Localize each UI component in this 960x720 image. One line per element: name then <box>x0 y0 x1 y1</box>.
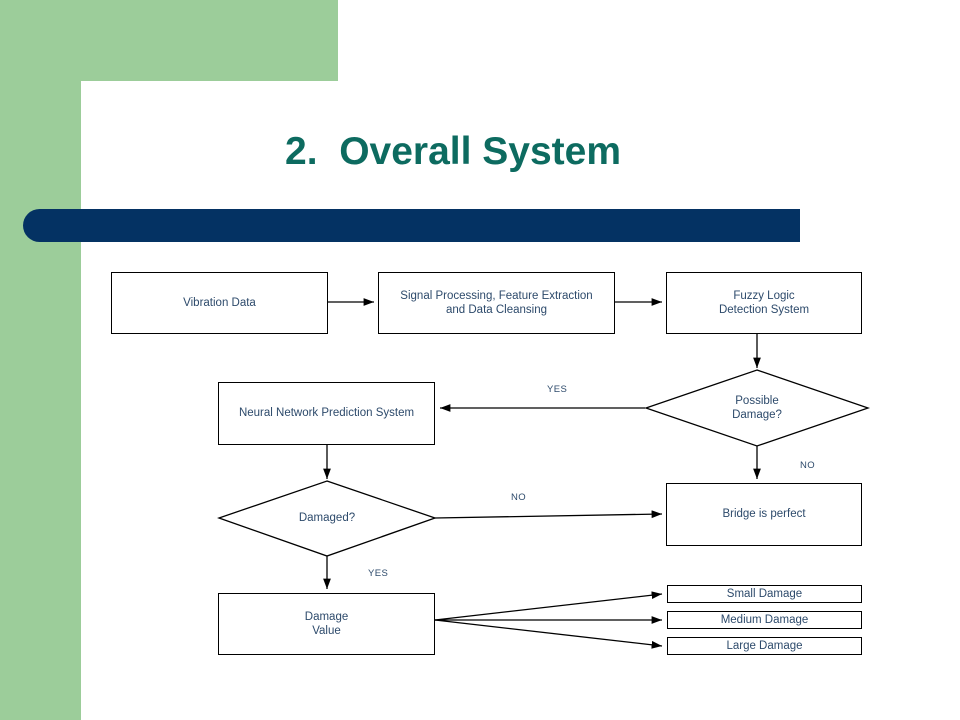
node-neural-network-prediction-system[interactable]: Neural Network Prediction System <box>218 382 435 445</box>
node-medium-damage-label: Medium Damage <box>720 613 809 626</box>
slide-canvas: 2. Overall System Vibration Data Signal … <box>0 0 960 720</box>
green-left-strip-decoration <box>0 0 81 720</box>
node-bridge-is-perfect-label: Bridge is perfect <box>722 508 806 521</box>
page-title: 2. Overall System <box>285 130 622 173</box>
node-damaged-decision[interactable]: Damaged? <box>219 481 435 556</box>
node-large-damage[interactable]: Large Damage <box>667 637 862 655</box>
node-damage-value-label: Damage Value <box>304 610 349 637</box>
node-fuzzy-logic-label: Fuzzy Logic Detection System <box>718 289 810 316</box>
node-large-damage-label: Large Damage <box>726 639 803 652</box>
node-medium-damage[interactable]: Medium Damage <box>667 611 862 629</box>
edge-label-possible-damage-no: NO <box>800 460 816 471</box>
node-bridge-is-perfect[interactable]: Bridge is perfect <box>666 483 862 546</box>
node-signal-processing-label: Signal Processing, Feature Extraction an… <box>400 289 593 316</box>
node-vibration-data-label: Vibration Data <box>183 296 256 309</box>
node-signal-processing[interactable]: Signal Processing, Feature Extraction an… <box>378 272 615 334</box>
blue-title-underline-bar <box>23 209 800 242</box>
node-neural-network-label: Neural Network Prediction System <box>238 407 415 420</box>
node-fuzzy-logic-detection-system[interactable]: Fuzzy Logic Detection System <box>666 272 862 334</box>
node-small-damage-label: Small Damage <box>726 587 803 600</box>
edge-label-damaged-no: NO <box>511 492 527 503</box>
edge-label-damaged-yes: YES <box>368 568 389 579</box>
node-damage-value[interactable]: Damage Value <box>218 593 435 655</box>
node-vibration-data[interactable]: Vibration Data <box>111 272 328 334</box>
node-possible-damage-label: Possible Damage? <box>732 394 782 421</box>
green-top-block-decoration <box>81 0 338 81</box>
node-small-damage[interactable]: Small Damage <box>667 585 862 603</box>
node-damaged-label: Damaged? <box>298 512 356 525</box>
node-possible-damage-decision[interactable]: Possible Damage? <box>646 370 868 446</box>
edge-label-possible-damage-yes: YES <box>547 384 568 395</box>
